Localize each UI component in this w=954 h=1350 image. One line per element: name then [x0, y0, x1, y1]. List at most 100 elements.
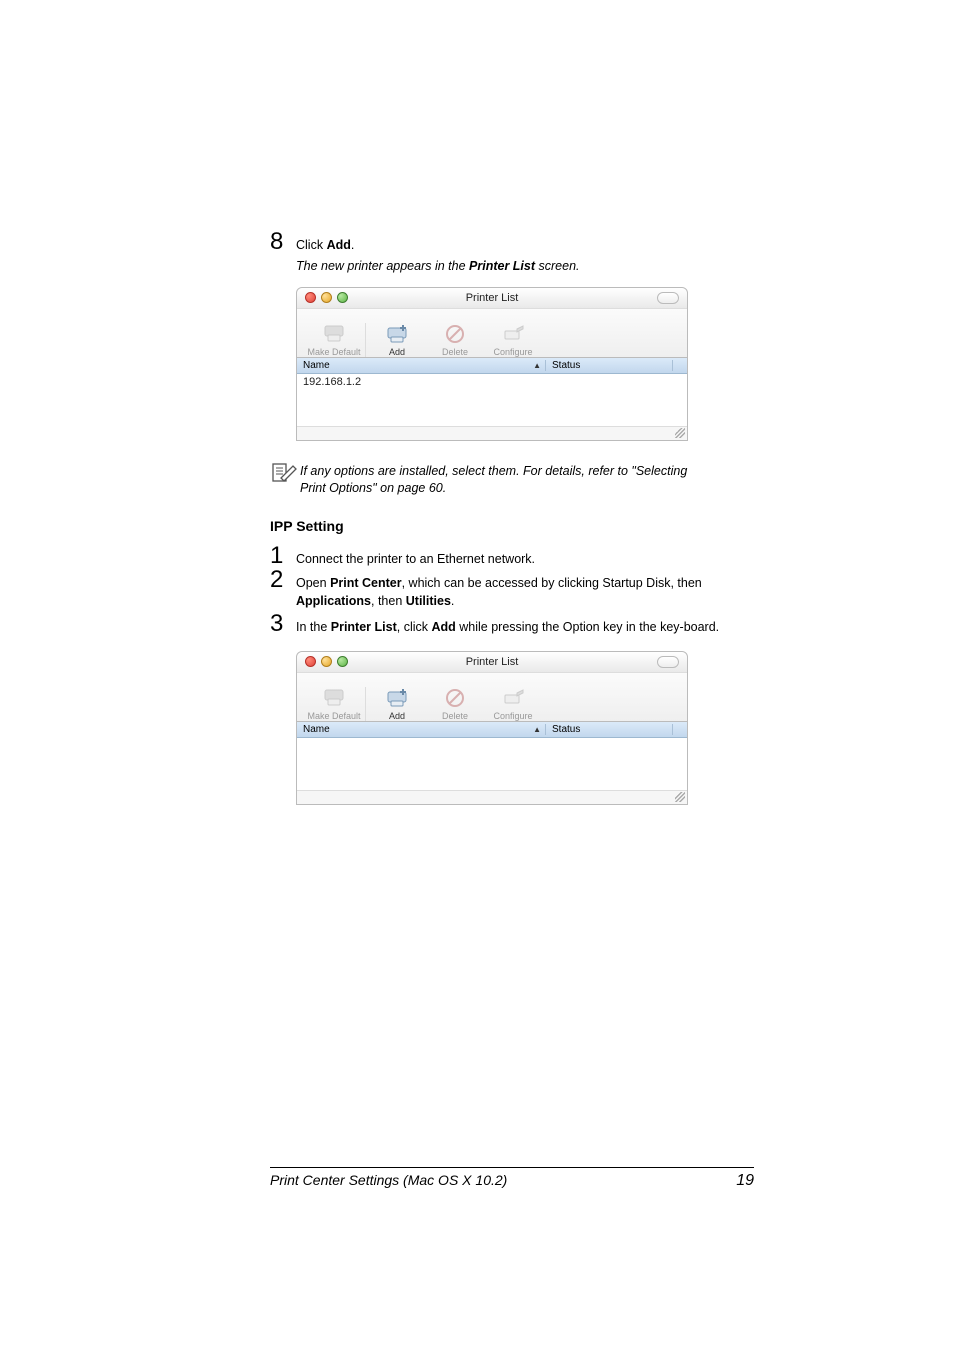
printer-add-icon [383, 323, 411, 345]
list-body[interactable] [297, 738, 687, 791]
note: If any options are installed, select the… [270, 461, 754, 498]
label: Configure [493, 347, 532, 357]
resize-handle[interactable] [297, 791, 687, 804]
step-number: 1 [270, 544, 296, 568]
text: The new printer appears in the [296, 259, 469, 273]
text: , which can be accessed by clicking Star… [402, 576, 702, 590]
step-text: Click Add. [296, 231, 354, 255]
text: while pressing the Option key in the key… [456, 620, 719, 634]
step-text: In the Printer List, click Add while pre… [296, 613, 719, 637]
label: Delete [442, 347, 468, 357]
text-bold: Printer List [331, 620, 397, 634]
step-number: 8 [270, 230, 296, 254]
text: If any options are installed, select the… [300, 464, 687, 478]
list-item[interactable]: 192.168.1.2 [303, 376, 681, 388]
printer-list-window: Printer List Make Default Add Delete Con… [296, 287, 688, 441]
footer-line: Print Center Settings (Mac OS X 10.2) 19 [270, 1171, 754, 1190]
close-icon[interactable] [305, 656, 316, 667]
label: Add [389, 347, 405, 357]
window-title: Printer List [297, 656, 687, 668]
status-column-header[interactable]: Status [546, 360, 673, 371]
list-body[interactable]: 192.168.1.2 [297, 374, 687, 427]
configure-button: Configure [484, 315, 542, 357]
minimize-icon[interactable] [321, 656, 332, 667]
label: Add [389, 711, 405, 721]
text: In the [296, 620, 331, 634]
delete-icon [441, 687, 469, 709]
printer-icon [320, 323, 348, 345]
add-button[interactable]: Add [368, 315, 426, 357]
resize-handle[interactable] [297, 427, 687, 440]
printer-list-window: Printer List Make Default Add Delete Con… [296, 651, 688, 805]
sort-ascend-icon: ▲ [533, 361, 541, 370]
zoom-icon[interactable] [337, 292, 348, 303]
zoom-icon[interactable] [337, 656, 348, 667]
label: Configure [493, 711, 532, 721]
text: . [451, 594, 454, 608]
label: Name [303, 724, 330, 735]
titlebar: Printer List [297, 288, 687, 309]
titlebar: Printer List [297, 652, 687, 673]
configure-icon [499, 687, 527, 709]
step-3: 3 In the Printer List, click Add while p… [270, 612, 754, 637]
printer-icon [320, 687, 348, 709]
window-title: Printer List [297, 292, 687, 304]
minimize-icon[interactable] [321, 292, 332, 303]
text-bold: Add [327, 238, 351, 252]
separator [365, 687, 366, 721]
label: Delete [442, 711, 468, 721]
page-footer: Print Center Settings (Mac OS X 10.2) 19 [270, 1167, 754, 1190]
text: Open [296, 576, 330, 590]
text-bold: Printer List [469, 259, 535, 273]
make-default-button: Make Default [305, 315, 363, 357]
sort-ascend-icon: ▲ [533, 725, 541, 734]
text-bold: Utilities [406, 594, 451, 608]
label: Make Default [307, 711, 360, 721]
label: Make Default [307, 347, 360, 357]
step-8: 8 Click Add. [270, 230, 754, 255]
step-number: 3 [270, 612, 296, 636]
step-text: Connect the printer to an Ethernet netwo… [296, 545, 535, 569]
make-default-button: Make Default [305, 679, 363, 721]
text: . [351, 238, 354, 252]
text: screen. [535, 259, 579, 273]
window-controls [305, 292, 348, 303]
delete-icon [441, 323, 469, 345]
page-number: 19 [736, 1172, 754, 1190]
add-button[interactable]: Add [368, 679, 426, 721]
name-column-header[interactable]: Name ▲ [297, 724, 546, 735]
text-bold: Add [431, 620, 455, 634]
toolbar: Make Default Add Delete Configure [297, 673, 687, 721]
label: Status [552, 724, 580, 735]
configure-button: Configure [484, 679, 542, 721]
step-result: The new printer appears in the Printer L… [296, 259, 754, 273]
text-bold: Applications [296, 594, 371, 608]
delete-button: Delete [426, 679, 484, 721]
text: Print Options" on page 60. [300, 481, 446, 495]
status-column-header[interactable]: Status [546, 724, 673, 735]
delete-button: Delete [426, 315, 484, 357]
step-1: 1 Connect the printer to an Ethernet net… [270, 544, 754, 569]
step-text: Open Print Center, which can be accessed… [296, 569, 754, 610]
text: Click [296, 238, 327, 252]
close-icon[interactable] [305, 292, 316, 303]
text: , then [371, 594, 406, 608]
footer-rule [270, 1167, 754, 1168]
toolbar-toggle-icon[interactable] [657, 292, 679, 304]
step-2: 2 Open Print Center, which can be access… [270, 568, 754, 610]
step-number: 2 [270, 568, 296, 592]
note-text: If any options are installed, select the… [300, 461, 687, 498]
toolbar-toggle-icon[interactable] [657, 656, 679, 668]
label: Name [303, 360, 330, 371]
section-heading: IPP Setting [270, 518, 754, 534]
printer-add-icon [383, 687, 411, 709]
name-column-header[interactable]: Name ▲ [297, 360, 546, 371]
text: , click [397, 620, 432, 634]
text-bold: Print Center [330, 576, 402, 590]
separator [365, 323, 366, 357]
page-content: 8 Click Add. The new printer appears in … [0, 0, 954, 805]
label: Status [552, 360, 580, 371]
footer-title: Print Center Settings (Mac OS X 10.2) [270, 1172, 507, 1188]
toolbar: Make Default Add Delete Configure [297, 309, 687, 357]
column-headers: Name ▲ Status [297, 357, 687, 374]
